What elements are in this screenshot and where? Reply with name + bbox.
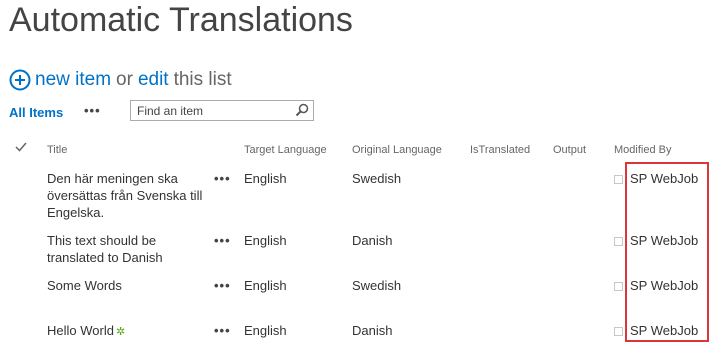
view-selector: All Items ••• <box>9 100 100 124</box>
target-language-cell: English <box>244 171 287 186</box>
view-more-button[interactable]: ••• <box>84 100 101 122</box>
original-language-cell: Swedish <box>352 278 402 293</box>
highlight-annotation-box <box>625 162 709 342</box>
item-menu-button[interactable]: ••• <box>214 278 231 293</box>
select-all-checkmark-icon[interactable] <box>14 140 28 154</box>
search-input[interactable] <box>131 101 303 120</box>
search-icon[interactable] <box>295 103 309 117</box>
column-header-output[interactable]: Output <box>553 144 586 156</box>
edit-link[interactable]: edit <box>138 69 169 91</box>
modified-by-link[interactable]: SP WebJob <box>630 170 698 187</box>
column-header-original-language[interactable]: Original Language <box>352 144 442 156</box>
modified-by-link[interactable]: SP WebJob <box>630 277 698 294</box>
presence-icon <box>614 175 623 184</box>
target-language-cell: English <box>244 278 287 293</box>
item-menu-button[interactable]: ••• <box>214 233 231 248</box>
or-text: or <box>116 69 133 90</box>
column-header-title[interactable]: Title <box>47 144 67 156</box>
item-title-link[interactable]: Den här meningen ska översättas från Sve… <box>47 170 207 221</box>
search-box <box>130 100 314 121</box>
original-language-cell: Swedish <box>352 171 402 186</box>
item-title-link[interactable]: Some Words <box>47 277 207 294</box>
original-language-cell: Danish <box>352 323 393 338</box>
target-language-cell: English <box>244 233 287 248</box>
modified-by-link[interactable]: SP WebJob <box>630 232 698 249</box>
add-circle-icon[interactable] <box>9 69 31 91</box>
page-title: Automatic Translations <box>9 1 353 39</box>
item-menu-button[interactable]: ••• <box>214 323 231 338</box>
presence-icon <box>614 282 623 291</box>
item-title-cell: Hello World ✲ <box>47 322 207 341</box>
new-item-icon: ✲ <box>115 326 126 338</box>
column-header-target-language[interactable]: Target Language <box>244 144 327 156</box>
this-list-text: this list <box>173 69 232 90</box>
presence-icon <box>614 237 623 246</box>
presence-icon <box>614 327 623 336</box>
column-header-modified-by[interactable]: Modified By <box>614 144 671 156</box>
target-language-cell: English <box>244 323 287 338</box>
item-title-link[interactable]: Hello World <box>47 323 114 338</box>
all-items-view-link[interactable]: All Items <box>9 105 63 120</box>
item-title-link[interactable]: This text should be translated to Danish <box>47 232 207 266</box>
new-item-link[interactable]: new item <box>35 69 111 91</box>
new-item-command: new item or edit this list <box>9 67 232 93</box>
original-language-cell: Danish <box>352 233 393 248</box>
item-menu-button[interactable]: ••• <box>214 171 231 186</box>
column-header-istranslated[interactable]: IsTranslated <box>470 144 530 156</box>
modified-by-link[interactable]: SP WebJob <box>630 322 698 339</box>
